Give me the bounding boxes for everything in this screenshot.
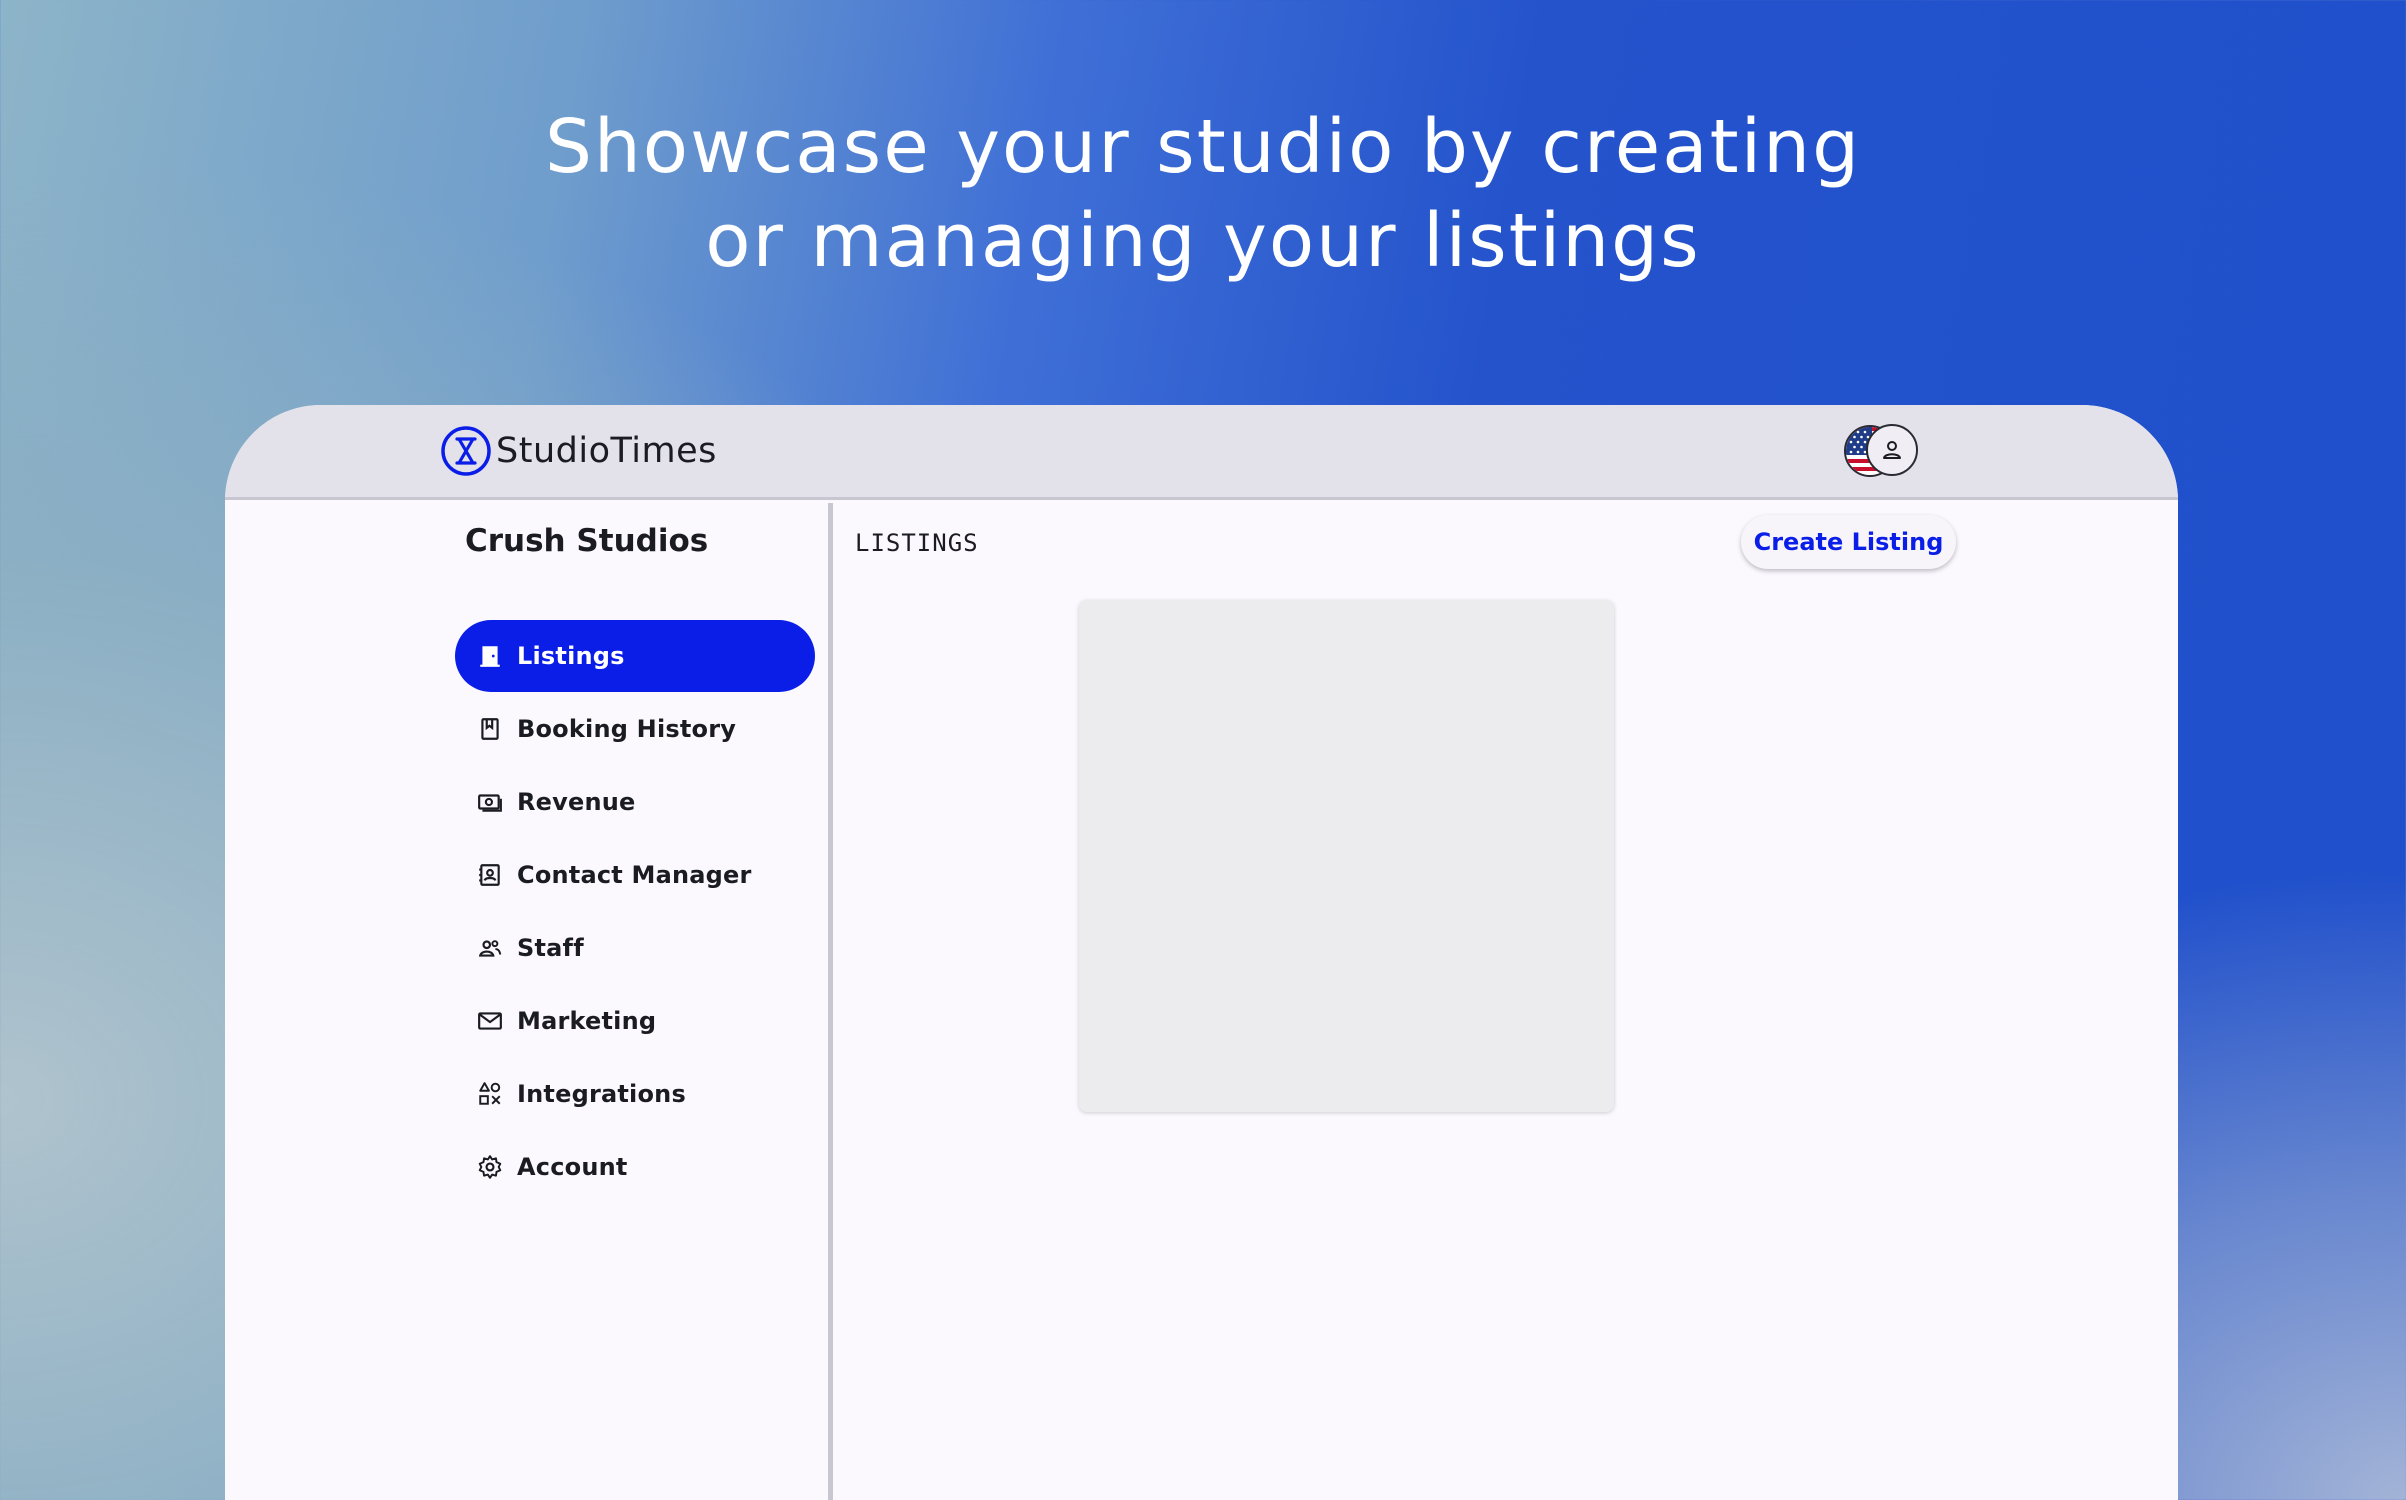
studio-name: Crush Studios: [465, 523, 709, 559]
sidebar-item-label: Staff: [517, 934, 584, 962]
sidebar-item-booking-history[interactable]: Booking History: [455, 693, 815, 765]
hourglass-logo-icon: [441, 426, 491, 476]
sidebar-item-marketing[interactable]: Marketing: [455, 985, 815, 1057]
create-listing-button[interactable]: Create Listing: [1741, 515, 1956, 569]
sidebar-item-label: Account: [517, 1153, 628, 1181]
sidebar: Crush Studios Listings Booking History R…: [225, 503, 828, 1500]
sidebar-item-label: Revenue: [517, 788, 636, 816]
sidebar-item-label: Listings: [517, 642, 625, 670]
door-icon: [477, 643, 503, 669]
bookmark-icon: [477, 716, 503, 742]
hero-line-2: or managing your listings: [705, 198, 1701, 284]
listing-card[interactable]: [1079, 600, 1614, 1112]
top-bar: StudioTimes: [225, 405, 2178, 500]
cash-icon: [477, 789, 503, 815]
sidebar-item-staff[interactable]: Staff: [455, 912, 815, 984]
hero-headline: Showcase your studio by creating or mana…: [0, 100, 2406, 288]
sidebar-item-contact-manager[interactable]: Contact Manager: [455, 839, 815, 911]
profile-button[interactable]: [1866, 424, 1918, 476]
app-name: StudioTimes: [496, 431, 717, 471]
app-window: StudioTimes Crush Studios Listings Booki…: [225, 405, 2178, 1500]
sidebar-item-revenue[interactable]: Revenue: [455, 766, 815, 838]
sidebar-item-listings[interactable]: Listings: [455, 620, 815, 692]
gear-icon: [477, 1154, 503, 1180]
app-logo[interactable]: StudioTimes: [440, 423, 717, 479]
user-icon: [1883, 441, 1901, 459]
sidebar-item-account[interactable]: Account: [455, 1131, 815, 1203]
page-title: LISTINGS: [855, 529, 979, 557]
people-icon: [477, 935, 503, 961]
sidebar-nav: Listings Booking History Revenue Contact…: [455, 620, 815, 1204]
hero-line-1: Showcase your studio by creating: [544, 104, 1862, 190]
sidebar-item-integrations[interactable]: Integrations: [455, 1058, 815, 1130]
mail-icon: [477, 1008, 503, 1034]
contact-card-icon: [477, 862, 503, 888]
sidebar-item-label: Integrations: [517, 1080, 686, 1108]
sidebar-item-label: Booking History: [517, 715, 737, 743]
shapes-icon: [477, 1081, 503, 1107]
sidebar-item-label: Contact Manager: [517, 861, 752, 889]
listings-panel: LISTINGS Create Listing: [833, 503, 2178, 1500]
sidebar-item-label: Marketing: [517, 1007, 657, 1035]
